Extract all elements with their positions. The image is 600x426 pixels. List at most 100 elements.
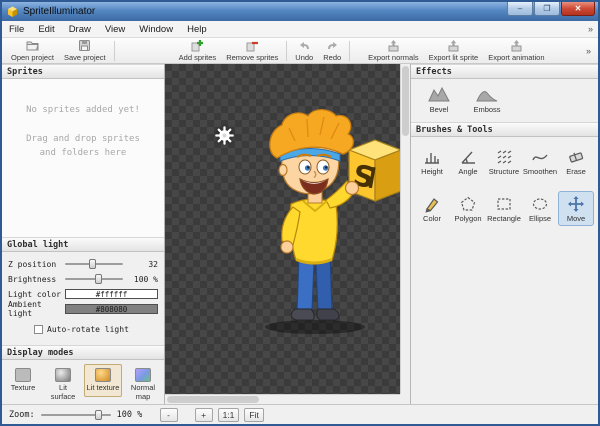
redo-button[interactable]: Redo	[318, 39, 346, 63]
menu-help[interactable]: Help	[180, 22, 214, 37]
toolbar-label: Redo	[323, 53, 341, 62]
display-mode-lit-texture[interactable]: Lit texture	[84, 364, 122, 397]
tool-polygon[interactable]: Polygon	[450, 191, 486, 226]
global-light-section-header: Global light	[2, 237, 164, 252]
light-color-label: Light color	[8, 290, 62, 299]
light-color-swatch[interactable]: #ffffff	[65, 289, 158, 299]
toolbar-separator	[286, 41, 287, 61]
canvas-vertical-scrollbar[interactable]	[400, 64, 410, 394]
export-box-icon	[447, 39, 460, 52]
scrollbar-corner	[400, 394, 410, 404]
toolbar-label: Save project	[64, 53, 106, 62]
tool-color[interactable]: Color	[414, 191, 450, 226]
brightness-label: Brightness	[8, 275, 62, 284]
tool-structure[interactable]: Structure	[486, 144, 522, 179]
export-animation-button[interactable]: Export animation	[483, 39, 549, 63]
menu-overflow-chevron[interactable]: »	[583, 24, 598, 34]
export-box-icon	[387, 39, 400, 52]
slider-thumb[interactable]	[89, 259, 96, 269]
display-mode-normal-map[interactable]: Normal map	[124, 364, 162, 405]
toolbar-label: Undo	[295, 53, 313, 62]
tool-label: Ellipse	[529, 214, 551, 223]
tool-smoothen[interactable]: Smoothen	[522, 144, 558, 179]
effect-label: Bevel	[430, 105, 449, 114]
display-modes-section-header: Display modes	[2, 345, 164, 360]
app-logo-icon	[6, 5, 19, 18]
z-position-slider[interactable]	[65, 258, 123, 270]
window-title: SpriteIlluminator	[23, 6, 95, 17]
export-lit-sprite-button[interactable]: Export lit sprite	[424, 39, 484, 63]
actual-size-button[interactable]: 1:1	[218, 408, 240, 422]
remove-sprites-button[interactable]: Remove sprites	[221, 39, 283, 63]
auto-rotate-checkbox[interactable]	[34, 325, 43, 334]
redo-arrow-icon	[326, 39, 339, 52]
effect-bevel[interactable]: Bevel	[419, 83, 459, 118]
menu-view[interactable]: View	[98, 22, 132, 37]
export-normals-button[interactable]: Export normals	[363, 39, 423, 63]
zoom-label: Zoom:	[9, 410, 35, 420]
undo-button[interactable]: Undo	[290, 39, 318, 63]
tool-label: Erase	[566, 167, 586, 176]
display-mode-label: Lit texture	[87, 384, 120, 393]
toolbar-label: Open project	[11, 53, 54, 62]
tool-move[interactable]: Move	[558, 191, 594, 226]
angle-icon	[459, 148, 477, 166]
smoothen-icon	[531, 148, 549, 166]
zoom-out-button[interactable]: -	[160, 408, 178, 422]
slider-thumb[interactable]	[95, 274, 102, 284]
tool-ellipse[interactable]: Ellipse	[522, 191, 558, 226]
toolbar-label: Export normals	[368, 53, 418, 62]
export-box-icon	[510, 39, 523, 52]
canvas-checkerboard[interactable]: S	[165, 64, 400, 394]
close-button[interactable]: ✕	[561, 2, 595, 16]
ellipse-icon	[531, 195, 549, 213]
sprites-section-header: Sprites	[2, 64, 164, 79]
zoom-in-button[interactable]: +	[195, 408, 213, 422]
z-position-value: 32	[126, 260, 158, 269]
rectangle-icon	[495, 195, 513, 213]
ambient-light-swatch[interactable]: #808080	[65, 304, 158, 314]
brushes-tools-panel: Height Angle Structure	[411, 137, 598, 233]
tool-label: Angle	[458, 167, 477, 176]
canvas-horizontal-scrollbar[interactable]	[165, 394, 400, 404]
tool-rectangle[interactable]: Rectangle	[486, 191, 522, 226]
toolbar-overflow-chevron[interactable]: »	[583, 46, 594, 56]
tool-label: Polygon	[454, 214, 481, 223]
save-project-button[interactable]: Save project	[59, 39, 111, 63]
brushes-tools-section-header: Brushes & Tools	[411, 122, 598, 137]
tool-angle[interactable]: Angle	[450, 144, 486, 179]
slider-thumb[interactable]	[95, 410, 102, 420]
brightness-slider[interactable]	[65, 273, 123, 285]
maximize-button[interactable]: ❐	[534, 2, 560, 16]
light-position-handle[interactable]	[215, 126, 234, 145]
horizontal-scroll-thumb[interactable]	[167, 396, 259, 403]
height-icon	[423, 148, 441, 166]
character-sprite: S	[253, 108, 400, 340]
minimize-button[interactable]: –	[507, 2, 533, 16]
effect-emboss[interactable]: Emboss	[467, 83, 507, 118]
display-mode-lit-surface[interactable]: Lit surface	[44, 364, 82, 405]
polygon-icon	[459, 195, 477, 213]
sprites-drop-area[interactable]: No sprites added yet! Drag and drop spri…	[2, 79, 164, 237]
tool-erase[interactable]: Erase	[558, 144, 594, 179]
vertical-scroll-thumb[interactable]	[402, 66, 409, 136]
toolbar-separator	[114, 41, 115, 61]
add-sprites-button[interactable]: Add sprites	[174, 39, 222, 63]
menu-file[interactable]: File	[2, 22, 31, 37]
toolbar: Open project Save project Add sprites Re…	[2, 38, 598, 64]
tool-label: Structure	[489, 167, 519, 176]
menu-edit[interactable]: Edit	[31, 22, 61, 37]
normal-map-thumbnail-icon	[135, 368, 151, 382]
menu-draw[interactable]: Draw	[62, 22, 98, 37]
fit-button[interactable]: Fit	[244, 408, 263, 422]
tool-label: Height	[421, 167, 443, 176]
tool-label: Move	[567, 214, 585, 223]
auto-rotate-label: Auto-rotate light	[47, 325, 129, 334]
zoom-slider[interactable]	[41, 409, 111, 421]
menu-window[interactable]: Window	[132, 22, 180, 37]
canvas-area[interactable]: S	[165, 64, 410, 404]
display-mode-texture[interactable]: Texture	[4, 364, 42, 397]
title-bar[interactable]: SpriteIlluminator – ❐ ✕	[2, 2, 598, 21]
tool-height[interactable]: Height	[414, 144, 450, 179]
open-project-button[interactable]: Open project	[6, 39, 59, 63]
